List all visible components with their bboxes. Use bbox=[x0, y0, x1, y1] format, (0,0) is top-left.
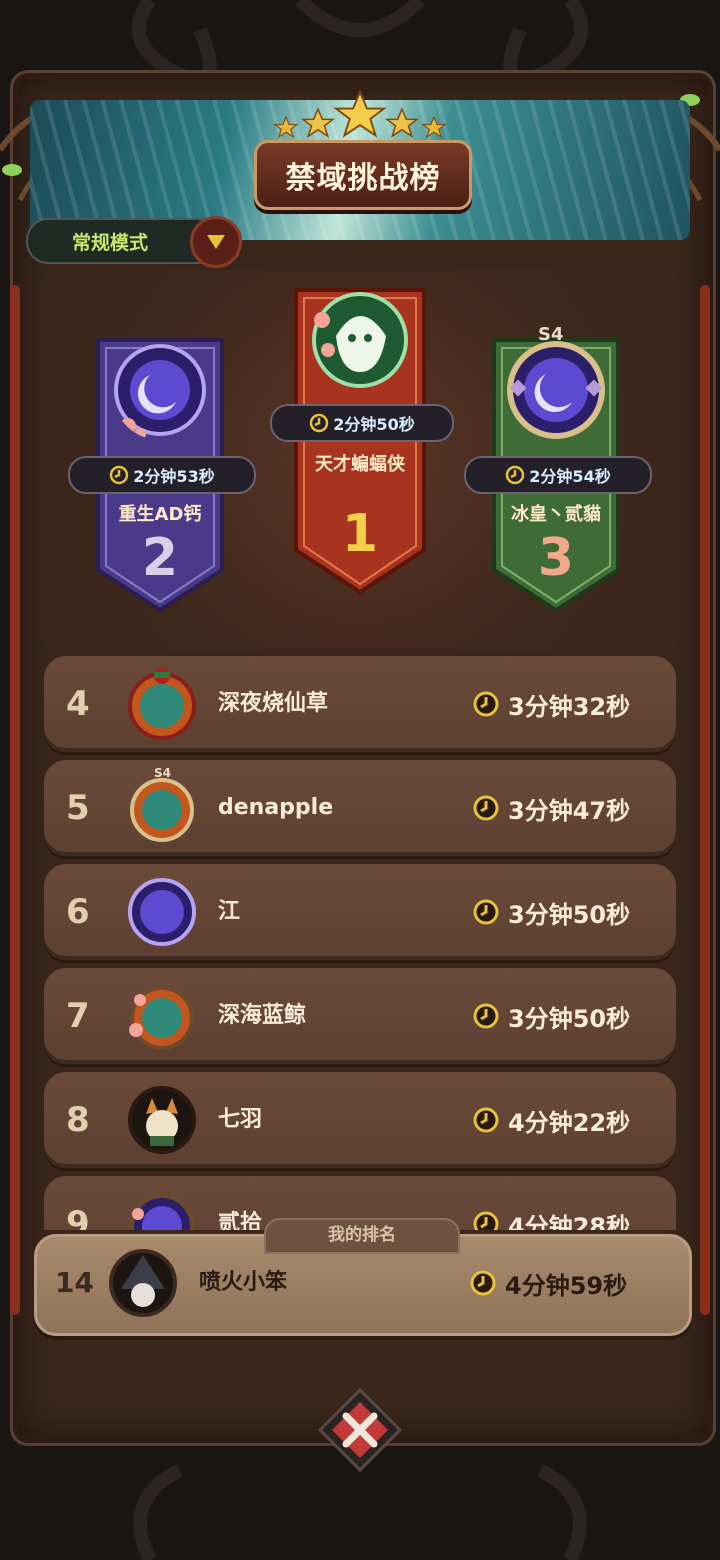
clock-icon bbox=[473, 1107, 499, 1133]
chevron-down-icon[interactable] bbox=[190, 216, 242, 268]
podium-time-3: 2分钟54秒 bbox=[464, 456, 652, 494]
podium-player-name: 冰皇丶贰貓 bbox=[511, 504, 601, 525]
player-time-text: 3分钟50秒 bbox=[508, 900, 631, 929]
rank-number: 5 bbox=[66, 788, 90, 828]
podium-player-name: 天才蝙蝠侠 bbox=[315, 454, 405, 475]
rank-number: 6 bbox=[66, 892, 90, 932]
player-name: 深海蓝鲸 bbox=[218, 1003, 307, 1028]
ghost-flower-icon bbox=[312, 292, 408, 388]
player-time-text: 3分钟47秒 bbox=[508, 796, 631, 825]
podium-rank-1[interactable]: 2分钟50秒 天才蝙蝠侠 1 bbox=[270, 270, 454, 600]
close-x-icon[interactable] bbox=[318, 1388, 402, 1472]
podium-rank-number: 2 bbox=[141, 528, 179, 588]
clock-icon bbox=[310, 413, 329, 433]
clock-icon bbox=[473, 691, 499, 717]
dragon-flower-avatar bbox=[129, 986, 194, 1050]
player-name: 七羽 bbox=[218, 1107, 263, 1132]
witch-hat-avatar bbox=[109, 1249, 177, 1317]
clock-icon bbox=[506, 465, 525, 485]
clock-icon bbox=[470, 1270, 496, 1296]
list-item[interactable]: 6 江 3分钟50秒 bbox=[44, 864, 676, 960]
mode-label: 常规模式 bbox=[72, 231, 149, 254]
player-name: 深夜烧仙草 bbox=[218, 691, 329, 716]
podium-player-name: 重生AD钙 bbox=[118, 504, 202, 525]
podium-time-1: 2分钟50秒 bbox=[270, 404, 454, 442]
podium-time-text: 2分钟50秒 bbox=[333, 415, 415, 434]
clock-icon bbox=[473, 899, 499, 925]
my-rank-number: 14 bbox=[55, 1266, 94, 1299]
moon-star-avatar bbox=[128, 878, 196, 946]
season-badge: S4 bbox=[538, 324, 564, 345]
list-item[interactable]: 5 S4 denapple 3分钟47秒 bbox=[44, 760, 676, 856]
clock-icon bbox=[110, 465, 129, 485]
clock-icon bbox=[473, 795, 499, 821]
podium-rank-number: 3 bbox=[537, 528, 575, 588]
player-time-text: 4分钟28秒 bbox=[508, 1212, 631, 1231]
page-title-text: 禁域挑战榜 bbox=[285, 161, 441, 196]
player-time: 3分钟47秒 bbox=[472, 760, 630, 856]
podium-time-text: 2分钟53秒 bbox=[133, 467, 215, 486]
podium-time-2: 2分钟53秒 bbox=[68, 456, 256, 494]
rank-number: 8 bbox=[66, 1100, 90, 1140]
five-stars-icon bbox=[274, 90, 446, 138]
list-item[interactable]: 8 七羽 4分钟22秒 bbox=[44, 1072, 676, 1168]
player-name: denapple bbox=[218, 795, 334, 820]
moon-star-icon bbox=[114, 344, 206, 440]
rank-number: 9 bbox=[66, 1204, 90, 1230]
clock-icon bbox=[473, 1003, 499, 1029]
player-time-text: 4分钟22秒 bbox=[508, 1108, 631, 1137]
player-name: 江 bbox=[218, 899, 241, 924]
player-time: 4分钟22秒 bbox=[472, 1072, 630, 1168]
my-player-time: 4分钟59秒 bbox=[469, 1237, 627, 1329]
rank-number: 7 bbox=[66, 996, 90, 1036]
podium-time-text: 2分钟54秒 bbox=[529, 467, 611, 486]
season-badge: S4 bbox=[154, 766, 171, 780]
moon-flower-avatar bbox=[130, 1194, 194, 1230]
podium-rank-number: 1 bbox=[341, 504, 379, 564]
leaderboard-list[interactable]: 4 深夜烧仙草 3分钟32秒 5 S4 denapple 3分钟47秒 6 江 … bbox=[0, 650, 720, 1230]
podium-rank-3[interactable]: S4 2分钟54秒 冰皇丶贰貓 3 bbox=[464, 320, 652, 620]
player-time: 4分钟28秒 bbox=[472, 1176, 630, 1230]
fox-avatar bbox=[128, 1086, 196, 1154]
player-time-text: 3分钟50秒 bbox=[508, 1004, 631, 1033]
my-rank-label: 我的排名 bbox=[264, 1218, 460, 1254]
page-title: 禁域挑战榜 bbox=[254, 140, 472, 210]
dragon-christmas-avatar bbox=[128, 668, 196, 740]
clock-icon bbox=[473, 1211, 499, 1230]
podium-rank-2[interactable]: 2分钟53秒 重生AD钙 2 bbox=[68, 320, 256, 620]
mode-dropdown[interactable]: 常规模式 bbox=[26, 216, 242, 268]
dragon-s4-avatar bbox=[130, 778, 194, 842]
player-time: 3分钟32秒 bbox=[472, 656, 630, 752]
player-time-text: 3分钟32秒 bbox=[508, 692, 631, 721]
player-time: 3分钟50秒 bbox=[472, 968, 630, 1064]
player-time: 3分钟50秒 bbox=[472, 864, 630, 960]
player-name: 贰拾 bbox=[218, 1211, 263, 1230]
list-item[interactable]: 4 深夜烧仙草 3分钟32秒 bbox=[44, 656, 676, 752]
list-item[interactable]: 7 深海蓝鲸 3分钟50秒 bbox=[44, 968, 676, 1064]
rank-number: 4 bbox=[66, 684, 90, 724]
my-time-text: 4分钟59秒 bbox=[505, 1271, 628, 1300]
